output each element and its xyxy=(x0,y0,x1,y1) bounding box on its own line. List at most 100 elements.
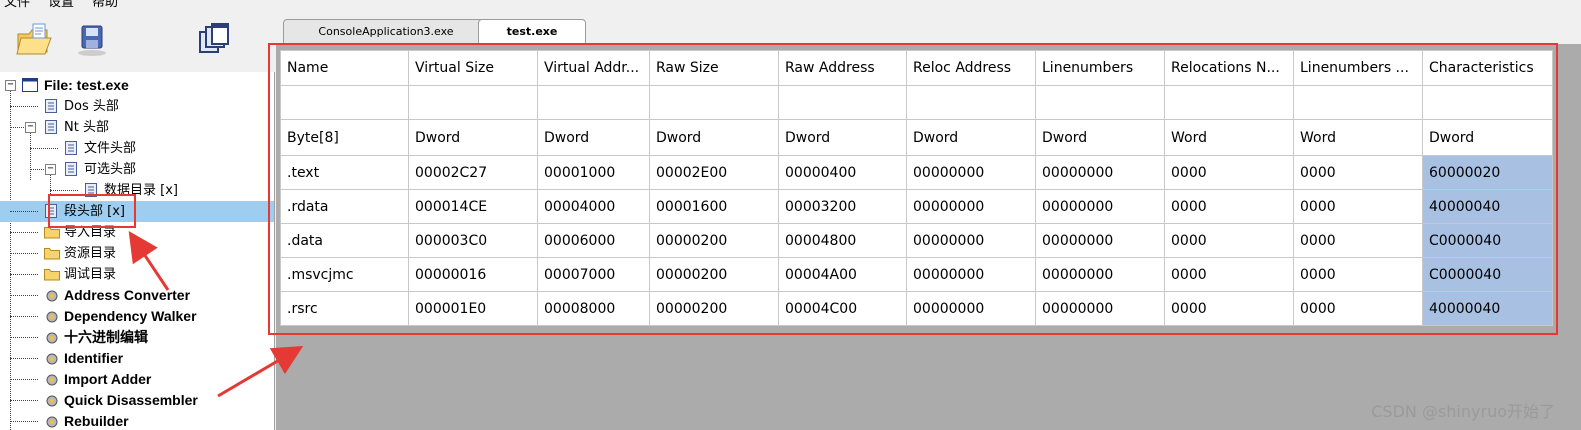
tree-item-debug-directory[interactable]: 调试目录 xyxy=(0,264,274,285)
tree-item-root[interactable]: − File: test.exe xyxy=(0,75,274,96)
table-row-cell[interactable]: 0000 xyxy=(1164,291,1294,326)
table-row-cell[interactable]: C0000040 xyxy=(1422,257,1553,292)
type-row-cell[interactable]: Word xyxy=(1293,119,1423,156)
blank-row[interactable] xyxy=(280,85,1553,120)
table-row-cell[interactable]: 00007000 xyxy=(537,257,650,292)
tree-item-optional-header[interactable]: − 可选头部 xyxy=(0,159,274,180)
table-row-cell[interactable]: 00000400 xyxy=(778,155,907,190)
tab-consoleapplication3[interactable]: ConsoleApplication3.exe xyxy=(283,19,489,44)
blank-row-cell[interactable] xyxy=(1422,85,1553,120)
table-row-cell[interactable]: 00008000 xyxy=(537,291,650,326)
blank-row-cell[interactable] xyxy=(906,85,1036,120)
tree-item-dos-header[interactable]: Dos 头部 xyxy=(0,96,274,117)
table-row-cell[interactable]: 0000 xyxy=(1293,155,1423,190)
collapse-icon[interactable]: − xyxy=(45,164,56,175)
table-row-cell[interactable]: 0000 xyxy=(1293,257,1423,292)
table-row-cell[interactable]: .msvcjmc xyxy=(280,257,409,292)
table-row-cell[interactable]: 00000200 xyxy=(649,223,779,258)
collapse-icon[interactable]: − xyxy=(5,80,16,91)
blank-row-cell[interactable] xyxy=(537,85,650,120)
table-row-cell[interactable]: 00004A00 xyxy=(778,257,907,292)
table-row-cell[interactable]: 000003C0 xyxy=(408,223,538,258)
table-row[interactable]: .rsrc 000001E0 00008000 00000200 00004C00 000… xyxy=(280,291,1553,326)
table-row-cell[interactable]: 40000040 xyxy=(1422,291,1553,326)
table-row-cell[interactable]: 00004000 xyxy=(537,189,650,224)
blank-row-cell[interactable] xyxy=(280,85,409,120)
column-header-row-cell[interactable]: Virtual Addr... xyxy=(537,50,650,86)
tree-item-address-converter[interactable]: Address Converter xyxy=(0,285,274,306)
table-row-cell[interactable]: 0000 xyxy=(1293,291,1423,326)
windows-icon[interactable] xyxy=(194,20,234,60)
table-row[interactable]: .rdata 000014CE 00004000 00001600 00003200 00… xyxy=(280,189,1553,224)
table-row-cell[interactable]: 00000016 xyxy=(408,257,538,292)
table-row-cell[interactable]: 00000000 xyxy=(906,257,1036,292)
type-row-cell[interactable]: Byte[8] xyxy=(280,119,409,156)
table-row-cell[interactable]: C0000040 xyxy=(1422,223,1553,258)
type-row[interactable]: Byte[8] Dword Dword Dword Dword Dword Dword Wor… xyxy=(280,119,1553,156)
table-row-cell[interactable]: 0000 xyxy=(1293,223,1423,258)
table-row-cell[interactable]: 00000000 xyxy=(1035,155,1165,190)
column-header-row-cell[interactable]: Name xyxy=(280,50,409,86)
menu-help[interactable]: 帮助 xyxy=(92,0,118,12)
table-row-cell[interactable]: 00001000 xyxy=(537,155,650,190)
collapse-icon[interactable]: − xyxy=(25,122,36,133)
table-row-cell[interactable]: 00000000 xyxy=(1035,291,1165,326)
menu-file[interactable]: 文件 xyxy=(4,0,30,12)
type-row-cell[interactable]: Word xyxy=(1164,119,1294,156)
table-row-cell[interactable]: 0000 xyxy=(1164,189,1294,224)
type-row-cell[interactable]: Dword xyxy=(408,119,538,156)
save-disk-icon[interactable] xyxy=(72,20,112,60)
tree-item-resource-directory[interactable]: 资源目录 xyxy=(0,243,274,264)
tree-item-section-headers[interactable]: 段头部 [x] xyxy=(0,201,274,222)
tree-item-data-directory[interactable]: 数据目录 [x] xyxy=(0,180,274,201)
type-row-cell[interactable]: Dword xyxy=(1035,119,1165,156)
table-row-cell[interactable]: .rsrc xyxy=(280,291,409,326)
tree-item-quick-disassembler[interactable]: Quick Disassembler xyxy=(0,390,274,411)
table-row-cell[interactable]: 40000040 xyxy=(1422,189,1553,224)
column-header-row[interactable]: Name Virtual Size Virtual Addr... Raw Size R… xyxy=(280,50,1553,86)
table-row-cell[interactable]: 00000000 xyxy=(1035,257,1165,292)
table-row-cell[interactable]: 00000000 xyxy=(906,189,1036,224)
column-header-row-cell[interactable]: Reloc Address xyxy=(906,50,1036,86)
table-row-cell[interactable]: 00003200 xyxy=(778,189,907,224)
tree-item-hex-editor[interactable]: 十六进制编辑 xyxy=(0,327,274,348)
table-row-cell[interactable]: 00000200 xyxy=(649,257,779,292)
table-row-cell[interactable]: 60000020 xyxy=(1422,155,1553,190)
table-row[interactable]: .text 00002C27 00001000 00002E00 00000400 000… xyxy=(280,155,1553,190)
blank-row-cell[interactable] xyxy=(778,85,907,120)
column-header-row-cell[interactable]: Virtual Size xyxy=(408,50,538,86)
table-row-cell[interactable]: .text xyxy=(280,155,409,190)
table-row[interactable]: .data 000003C0 00006000 00000200 00004800 000… xyxy=(280,223,1553,258)
table-row-cell[interactable]: 00004C00 xyxy=(778,291,907,326)
table-row-cell[interactable]: 000014CE xyxy=(408,189,538,224)
table-row-cell[interactable]: 00004800 xyxy=(778,223,907,258)
column-header-row-cell[interactable]: Linenumbers xyxy=(1035,50,1165,86)
open-folder-icon[interactable] xyxy=(14,20,54,60)
table-row-cell[interactable]: 00002C27 xyxy=(408,155,538,190)
column-header-row-cell[interactable]: Relocations N... xyxy=(1164,50,1294,86)
tree-item-import-directory[interactable]: 导入目录 xyxy=(0,222,274,243)
type-row-cell[interactable]: Dword xyxy=(906,119,1036,156)
table-row-cell[interactable]: 00000000 xyxy=(906,291,1036,326)
tree-item-rebuilder[interactable]: Rebuilder xyxy=(0,411,274,430)
table-row[interactable]: .msvcjmc 00000016 00007000 00000200 00004A00… xyxy=(280,257,1553,292)
table-row-cell[interactable]: 0000 xyxy=(1164,155,1294,190)
table-row-cell[interactable]: 0000 xyxy=(1164,257,1294,292)
type-row-cell[interactable]: Dword xyxy=(1422,119,1553,156)
table-row-cell[interactable]: .rdata xyxy=(280,189,409,224)
table-row-cell[interactable]: 00002E00 xyxy=(649,155,779,190)
blank-row-cell[interactable] xyxy=(408,85,538,120)
table-row-cell[interactable]: .data xyxy=(280,223,409,258)
blank-row-cell[interactable] xyxy=(1164,85,1294,120)
tree-item-dependency-walker[interactable]: Dependency Walker xyxy=(0,306,274,327)
table-row-cell[interactable]: 00000000 xyxy=(1035,189,1165,224)
table-row-cell[interactable]: 00006000 xyxy=(537,223,650,258)
blank-row-cell[interactable] xyxy=(1035,85,1165,120)
table-row-cell[interactable]: 0000 xyxy=(1293,189,1423,224)
tree-item-nt-header[interactable]: − Nt 头部 xyxy=(0,117,274,138)
column-header-row-cell[interactable]: Raw Address xyxy=(778,50,907,86)
tree-item-import-adder[interactable]: Import Adder xyxy=(0,369,274,390)
tab-test-exe[interactable]: test.exe xyxy=(478,19,586,45)
column-header-row-cell[interactable]: Linenumbers ... xyxy=(1293,50,1423,86)
type-row-cell[interactable]: Dword xyxy=(778,119,907,156)
